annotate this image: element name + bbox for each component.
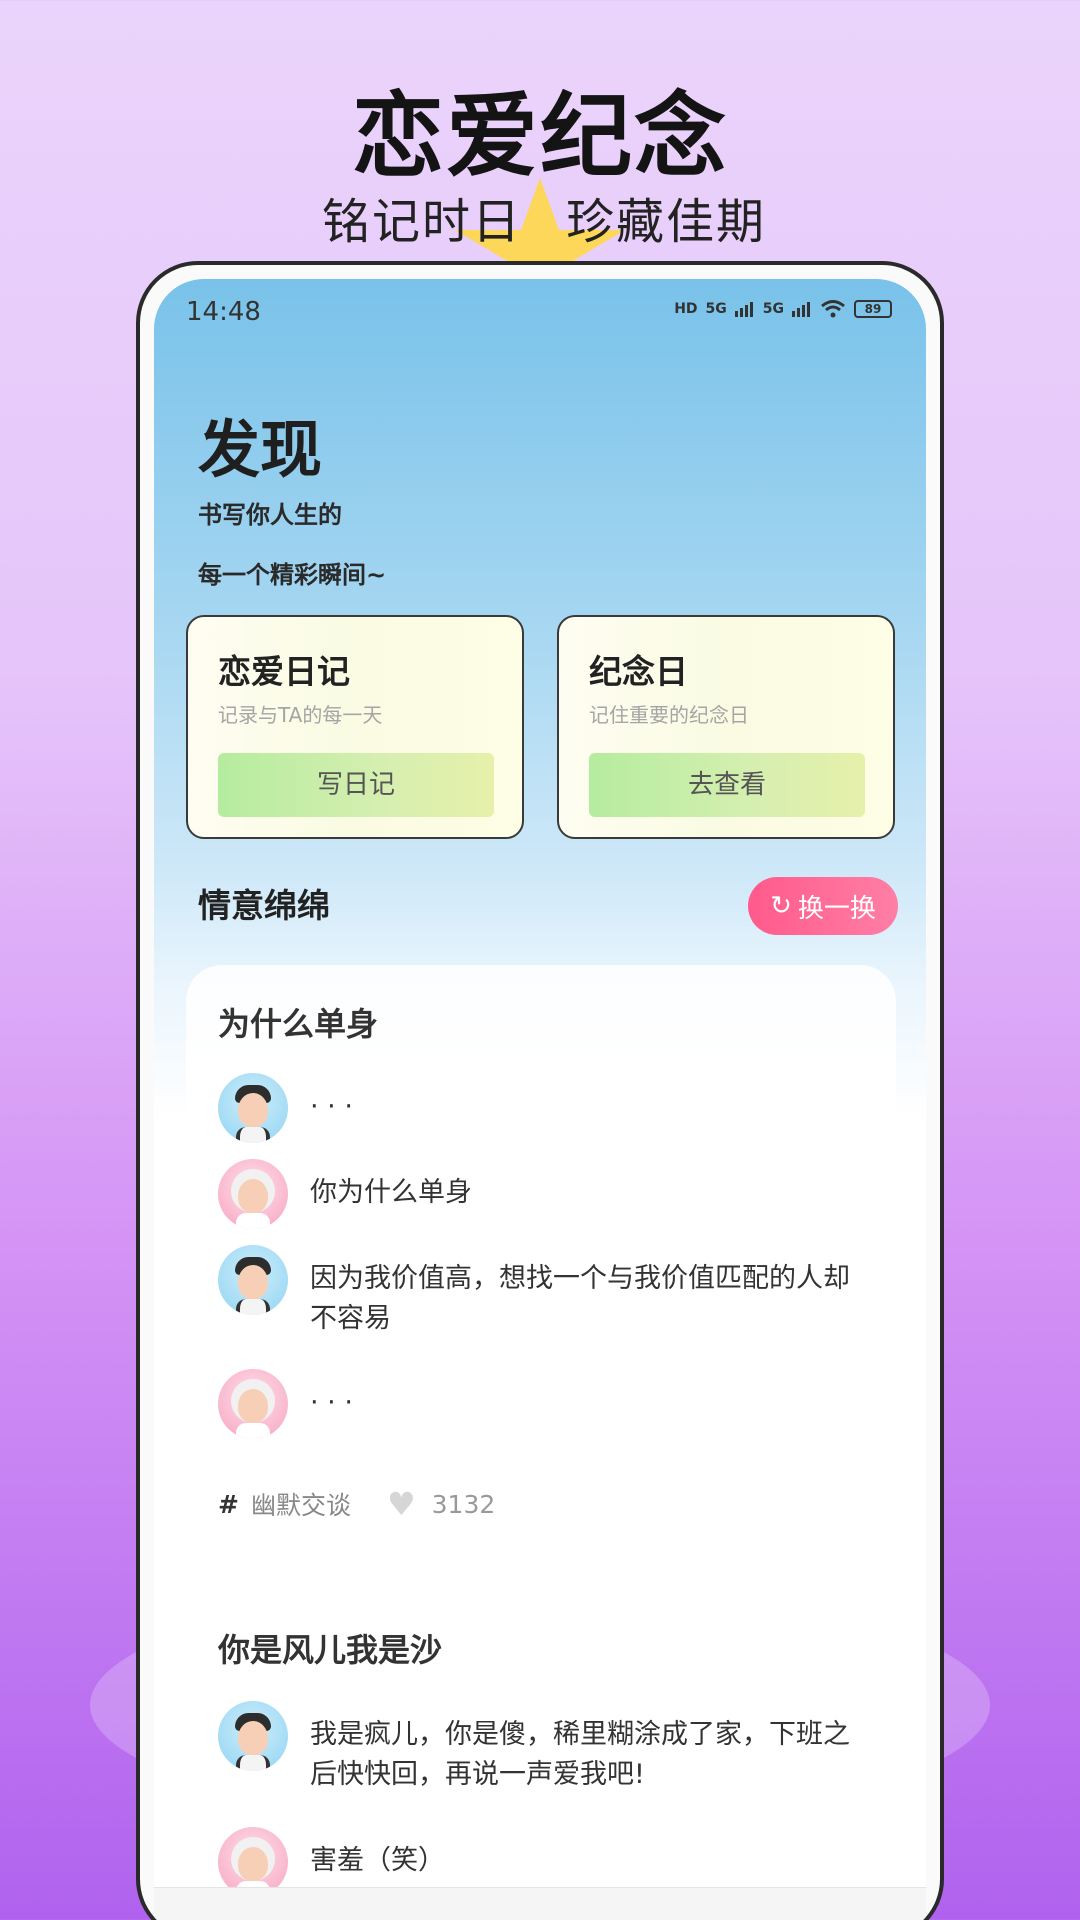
like-count: 3132 <box>431 1489 496 1519</box>
post-title[interactable]: 你是风儿我是沙 <box>218 1625 442 1671</box>
promo-subtitle-right: 珍藏佳期 <box>566 194 767 250</box>
chat-message: · · · <box>218 1073 878 1143</box>
chat-message: 你为什么单身 <box>218 1159 878 1229</box>
avatar-boy <box>218 1701 288 1771</box>
chat-message: 因为我价值高，想找一个与我价值匹配的人却不容易 <box>218 1245 878 1339</box>
avatar-girl <box>218 1369 288 1439</box>
heart-icon[interactable]: ♥ <box>387 1485 416 1523</box>
phone-frame: 14:48 HD 5G 5G 89 发现 书写你人生的 每一个精彩瞬间~ 恋爱日… <box>136 261 944 1920</box>
status-icons: HD 5G 5G 89 <box>674 299 892 319</box>
swap-button[interactable]: ↻ 换一换 <box>748 877 898 935</box>
post-tag[interactable]: 幽默交谈 <box>251 1486 351 1522</box>
post-title[interactable]: 为什么单身 <box>218 999 378 1045</box>
promo-subtitle-left: 铭记时日 <box>322 194 523 250</box>
battery-icon: 89 <box>854 300 892 318</box>
card-description: 记录与TA的每一天 <box>218 703 383 727</box>
chat-message: 我是疯儿，你是傻，稀里糊涂成了家，下班之后快快回，再说一声爱我吧! <box>218 1701 878 1795</box>
card-title: 恋爱日记 <box>218 652 350 691</box>
wifi-icon <box>821 300 845 318</box>
message-text: 因为我价值高，想找一个与我价值匹配的人却不容易 <box>310 1263 850 1334</box>
bottom-nav-bar[interactable] <box>154 1887 926 1920</box>
avatar-boy <box>218 1245 288 1315</box>
section-title: 情意绵绵 <box>198 886 330 925</box>
message-text: 你为什么单身 <box>310 1177 472 1208</box>
feed-card: 为什么单身 · · · 你为什么单身 因为我价值高，想找一个与我价值匹配的人却不… <box>186 965 896 1920</box>
message-text: 我是疯儿，你是傻，稀里糊涂成了家，下班之后快快回，再说一声爱我吧! <box>310 1719 850 1790</box>
view-anniversary-button[interactable]: 去查看 <box>589 753 865 817</box>
5g-signal-icon: 5G <box>705 301 727 317</box>
love-diary-card[interactable]: 恋爱日记 记录与TA的每一天 写日记 <box>186 615 524 839</box>
5g-signal-icon: 5G <box>762 301 784 317</box>
signal-bars-icon <box>792 302 810 317</box>
page-title: 发现 <box>198 413 323 486</box>
anniversary-card[interactable]: 纪念日 记住重要的纪念日 去查看 <box>557 615 895 839</box>
card-title: 纪念日 <box>589 652 688 691</box>
page-subtitle-line2: 每一个精彩瞬间~ <box>198 561 387 589</box>
hd-icon: HD <box>674 301 698 317</box>
signal-bars-icon <box>734 302 753 317</box>
promo-title: 恋爱纪念 <box>351 83 728 190</box>
card-description: 记住重要的纪念日 <box>589 703 749 727</box>
write-diary-button[interactable]: 写日记 <box>218 753 494 817</box>
message-text: · · · <box>310 1387 353 1418</box>
post-meta: # 幽默交谈 ♥ 3132 <box>218 1485 495 1523</box>
hashtag-icon: # <box>218 1489 239 1519</box>
page-subtitle-line1: 书写你人生的 <box>198 501 342 529</box>
message-text: 害羞（笑） <box>310 1845 445 1876</box>
status-bar: 14:48 HD 5G 5G 89 <box>154 279 926 341</box>
avatar-girl <box>218 1159 288 1229</box>
avatar-boy <box>218 1073 288 1143</box>
app-screen: 14:48 HD 5G 5G 89 发现 书写你人生的 每一个精彩瞬间~ 恋爱日… <box>154 279 926 1920</box>
refresh-icon: ↻ <box>770 891 792 921</box>
swap-button-label: 换一换 <box>797 893 876 924</box>
chat-message: · · · <box>218 1369 878 1439</box>
message-text: · · · <box>310 1091 353 1122</box>
status-time: 14:48 <box>186 297 261 327</box>
